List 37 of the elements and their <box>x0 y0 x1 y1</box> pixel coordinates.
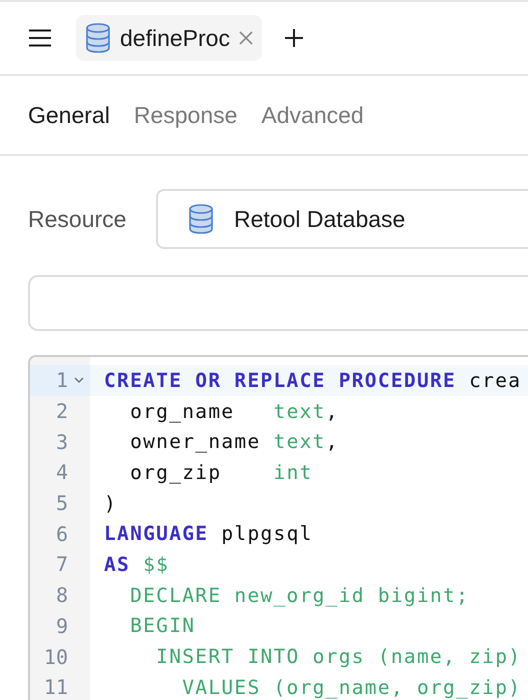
code-line: ) <box>103 492 118 515</box>
code-editor[interactable] <box>28 355 528 700</box>
plus-icon[interactable] <box>284 28 304 48</box>
code-line: LANGUAGE plpgsql <box>103 522 313 546</box>
database-icon <box>86 23 110 53</box>
line-number: 2 <box>54 399 68 424</box>
tab[interactable]: General <box>28 102 110 128</box>
line-number: 6 <box>54 522 68 546</box>
code-line: org_name text, <box>129 400 339 423</box>
tab-title: defineProc <box>120 24 230 52</box>
line-number: 3 <box>54 430 68 454</box>
tab[interactable]: Response <box>134 102 238 128</box>
line-number: 5 <box>54 491 68 516</box>
close-icon[interactable] <box>238 30 254 46</box>
line-number: 7 <box>54 552 68 576</box>
chevron-down-icon[interactable] <box>74 376 84 384</box>
database-icon <box>188 204 214 234</box>
code-line: DECLARE new_org_id bigint; <box>129 584 470 607</box>
code-line: INSERT INTO orgs (name, zip) <box>155 645 522 668</box>
line-number: 4 <box>54 460 68 484</box>
query-tab[interactable]: defineProc <box>76 15 262 61</box>
resource-select[interactable]: Retool Database <box>156 189 528 249</box>
code-line: AS $$ <box>103 552 170 576</box>
line-number: 11 <box>42 675 68 700</box>
tab[interactable]: Advanced <box>261 102 364 128</box>
line-number: 9 <box>54 614 68 638</box>
line-number: 8 <box>54 583 68 608</box>
line-number: 1 <box>54 368 68 392</box>
code-line: owner_name text, <box>129 430 339 454</box>
code-line: VALUES (org_name, org_zip) <box>181 676 522 699</box>
input-field[interactable] <box>28 275 528 331</box>
resource-label: Resource <box>28 206 128 232</box>
line-number: 10 <box>42 644 68 669</box>
code-line: CREATE OR REPLACE PROCEDURE crea <box>103 368 522 392</box>
code-line: org_zip int <box>129 460 313 484</box>
menu-icon[interactable] <box>28 29 52 47</box>
code-line: BEGIN <box>129 614 196 638</box>
